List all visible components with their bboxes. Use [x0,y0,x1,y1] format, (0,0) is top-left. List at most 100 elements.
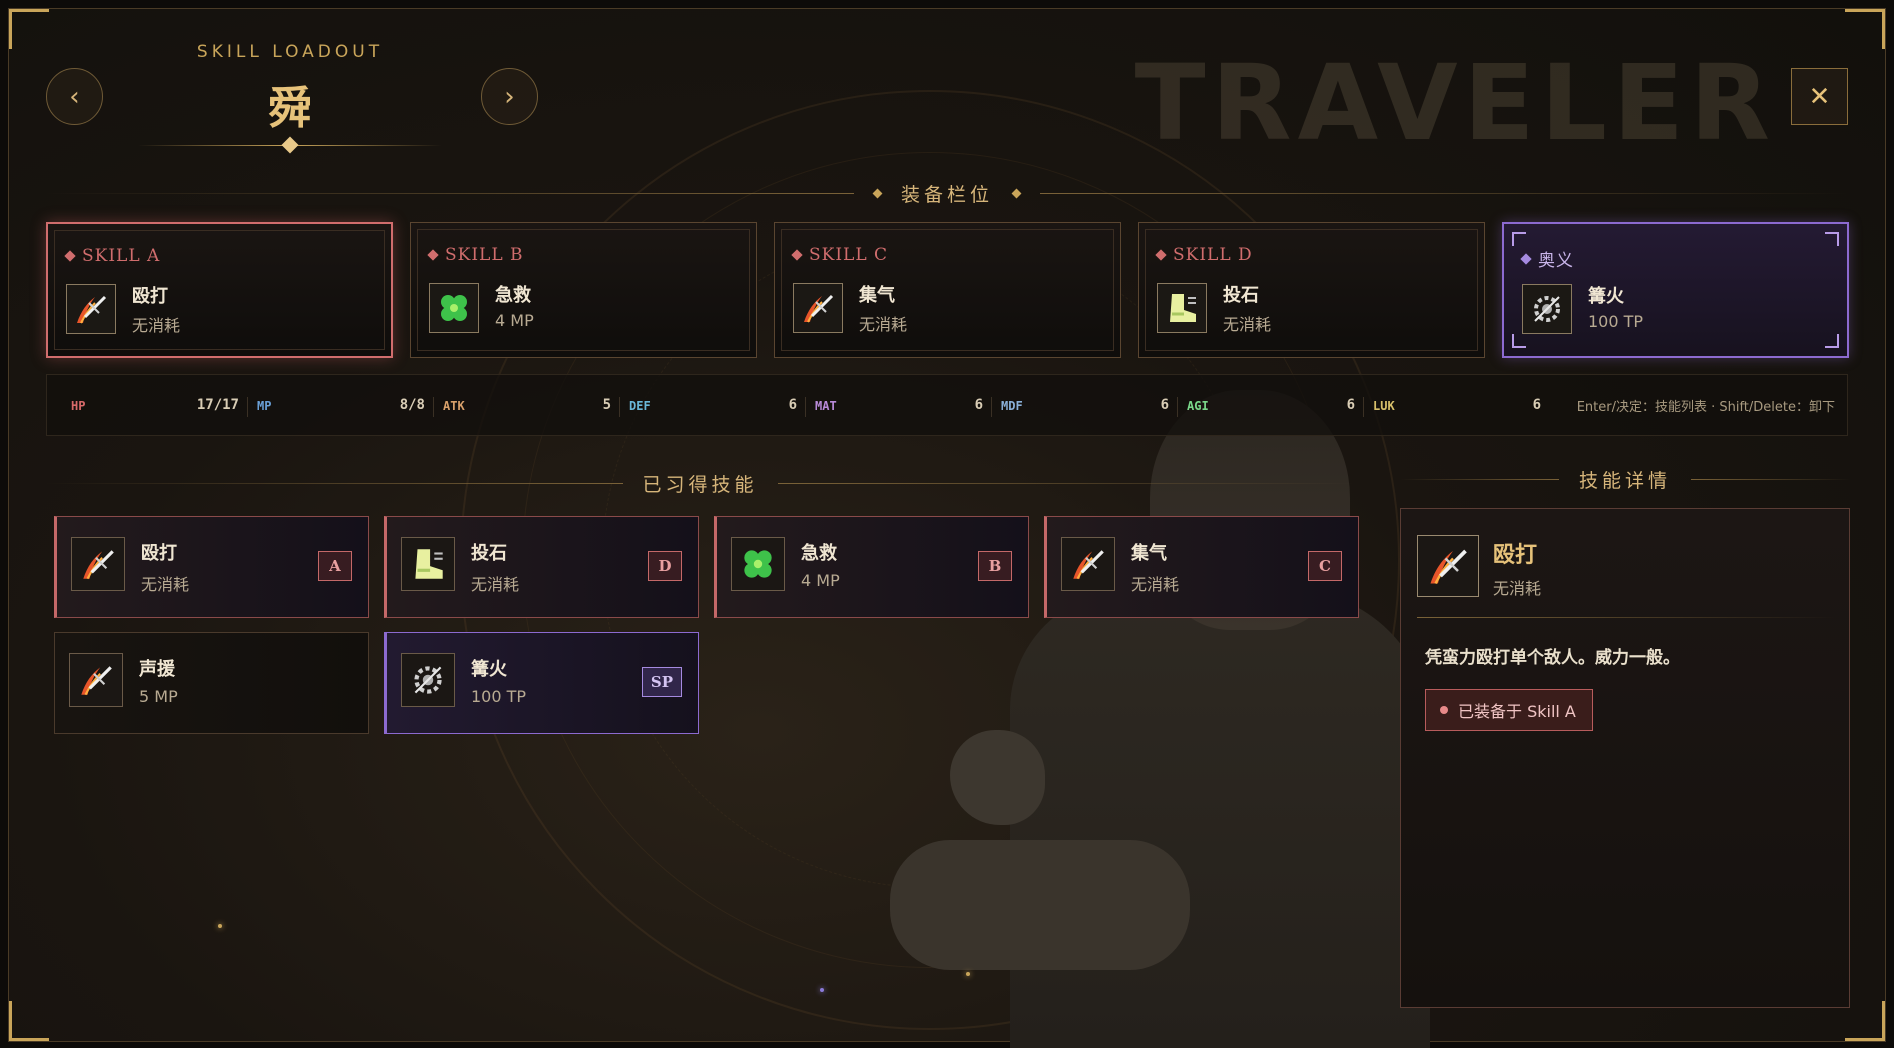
slot-skill-cost: 100 TP [1588,312,1644,331]
diamond-icon [1155,249,1167,261]
close-button[interactable]: ✕ [1791,68,1848,125]
slot-skill-cost: 4 MP [495,311,534,330]
learned-skills-header: 已习得技能 [46,470,1355,497]
slot-tag-badge: D [648,551,682,581]
stat-divider [805,397,806,417]
stat-mp: MP 8/8 [257,397,425,415]
sword-slash-icon [793,283,843,333]
stat-value: 6 [974,397,983,413]
skill-name: 篝火 [471,659,507,680]
slot-tag-badge: SP [641,667,682,697]
slot-skill-name: 急救 [495,285,531,306]
stat-mdf: MDF 6 [1001,397,1169,415]
learned-skill-item[interactable]: 急救 4 MP B [714,516,1029,618]
learned-skill-item[interactable]: 殴打 无消耗 A [54,516,369,618]
close-icon: ✕ [1808,81,1831,112]
learned-skill-item[interactable]: 篝火 100 TP SP [384,632,699,734]
class-watermark: TRAVELER [1134,42,1776,164]
slot-skill-name: 篝火 [1588,286,1624,307]
diamond-icon [427,249,439,261]
stat-key: DEF [629,399,651,413]
controls-hint: Enter/决定：技能列表 · Shift/Delete：卸下 [1576,400,1835,415]
slot-skill-cost: 无消耗 [1223,315,1272,334]
bird-figure [950,730,1045,825]
boot-icon [401,537,455,591]
boot-icon [1157,283,1207,333]
slot-skill-name: 投石 [1223,285,1259,306]
detail-skill-cost: 无消耗 [1493,579,1542,598]
diamond-icon [791,249,803,261]
stat-divider [433,397,434,417]
stat-value: 6 [1346,397,1355,413]
skill-cost: 无消耗 [471,575,520,594]
status-dot-icon [1440,706,1448,714]
skill-name: 殴打 [141,543,177,564]
sword-slash-icon [69,653,123,707]
slot-label: 奥义 [1520,246,1574,271]
stat-value: 8/8 [399,397,425,413]
stat-def: DEF 6 [629,397,797,415]
slot-skill-cost: 无消耗 [859,315,908,334]
stat-value: 5 [602,397,611,413]
stat-key: MP [257,399,272,413]
chevron-left-icon: ‹ [69,81,80,112]
slot-tag-badge: B [978,551,1012,581]
stat-key: HP [71,399,86,413]
stat-value: 6 [1532,397,1541,413]
character-portrait [880,360,1440,1048]
stat-key: MAT [815,399,837,413]
stat-key: AGI [1187,399,1209,413]
sparkle-decoration [820,988,824,992]
skill-detail-header: 技能详情 [1400,466,1851,493]
sword-slash-icon [1061,537,1115,591]
equip-slot-5[interactable]: 奥义 篝火 100 TP [1502,222,1849,358]
slot-skill-name: 殴打 [132,286,168,307]
equip-slot-4[interactable]: SKILL D 投石 无消耗 [1138,222,1485,358]
stat-atk: ATK 5 [443,397,611,415]
stat-key: ATK [443,399,465,413]
skill-name: 投石 [471,543,507,564]
stat-value: 6 [1160,397,1169,413]
learned-skill-item[interactable]: 集气 无消耗 C [1044,516,1359,618]
detail-skill-icon [1417,535,1479,597]
slot-label: SKILL D [1155,245,1253,265]
chevron-right-icon: › [504,81,515,112]
detail-description: 凭蛮力殴打单个敌人。威力一般。 [1425,648,1680,668]
sparkle-decoration [218,924,222,928]
learned-skill-item[interactable]: 声援 5 MP [54,632,369,734]
stat-value: 6 [788,397,797,413]
equip-slot-3[interactable]: SKILL C 集气 无消耗 [774,222,1121,358]
stat-hp: HP 17/17 [71,397,239,415]
stat-divider [991,397,992,417]
prev-character-button[interactable]: ‹ [46,68,103,125]
slot-skill-cost: 无消耗 [132,316,181,335]
stat-value: 17/17 [196,397,239,413]
stat-agi: AGI 6 [1187,397,1355,415]
skill-name: 集气 [1131,543,1167,564]
equip-slots-header: 装备栏位 [46,180,1849,207]
skill-cost: 4 MP [801,571,840,590]
diamond-icon [1520,252,1532,265]
learned-skill-item[interactable]: 投石 无消耗 D [384,516,699,618]
stat-divider [619,397,620,417]
slot-label: SKILL A [64,246,160,266]
stat-luk: LUK 6 [1373,397,1541,415]
skill-detail-panel: 殴打 无消耗 凭蛮力殴打单个敌人。威力一般。 已装备于 Skill A [1400,508,1850,1008]
skill-name: 急救 [801,543,837,564]
slot-tag-badge: C [1308,551,1342,581]
clover-icon [429,283,479,333]
skill-cost: 无消耗 [141,575,190,594]
slot-label: SKILL C [791,245,888,265]
equip-slot-2[interactable]: SKILL B 急救 4 MP [410,222,757,358]
skill-name: 声援 [139,659,175,680]
screen-subtitle: SKILL LOADOUT [196,42,384,62]
stat-key: LUK [1373,399,1395,413]
equip-slot-1[interactable]: SKILL A 殴打 无消耗 [46,222,393,358]
next-character-button[interactable]: › [481,68,538,125]
sword-slash-icon [71,537,125,591]
gear-burst-icon [1522,284,1572,334]
equipped-badge: 已装备于 Skill A [1425,689,1593,731]
detail-skill-name: 殴打 [1493,543,1538,568]
stat-divider [247,397,248,417]
stats-bar: Enter/决定：技能列表 · Shift/Delete：卸下 HP 17/17… [46,374,1848,436]
